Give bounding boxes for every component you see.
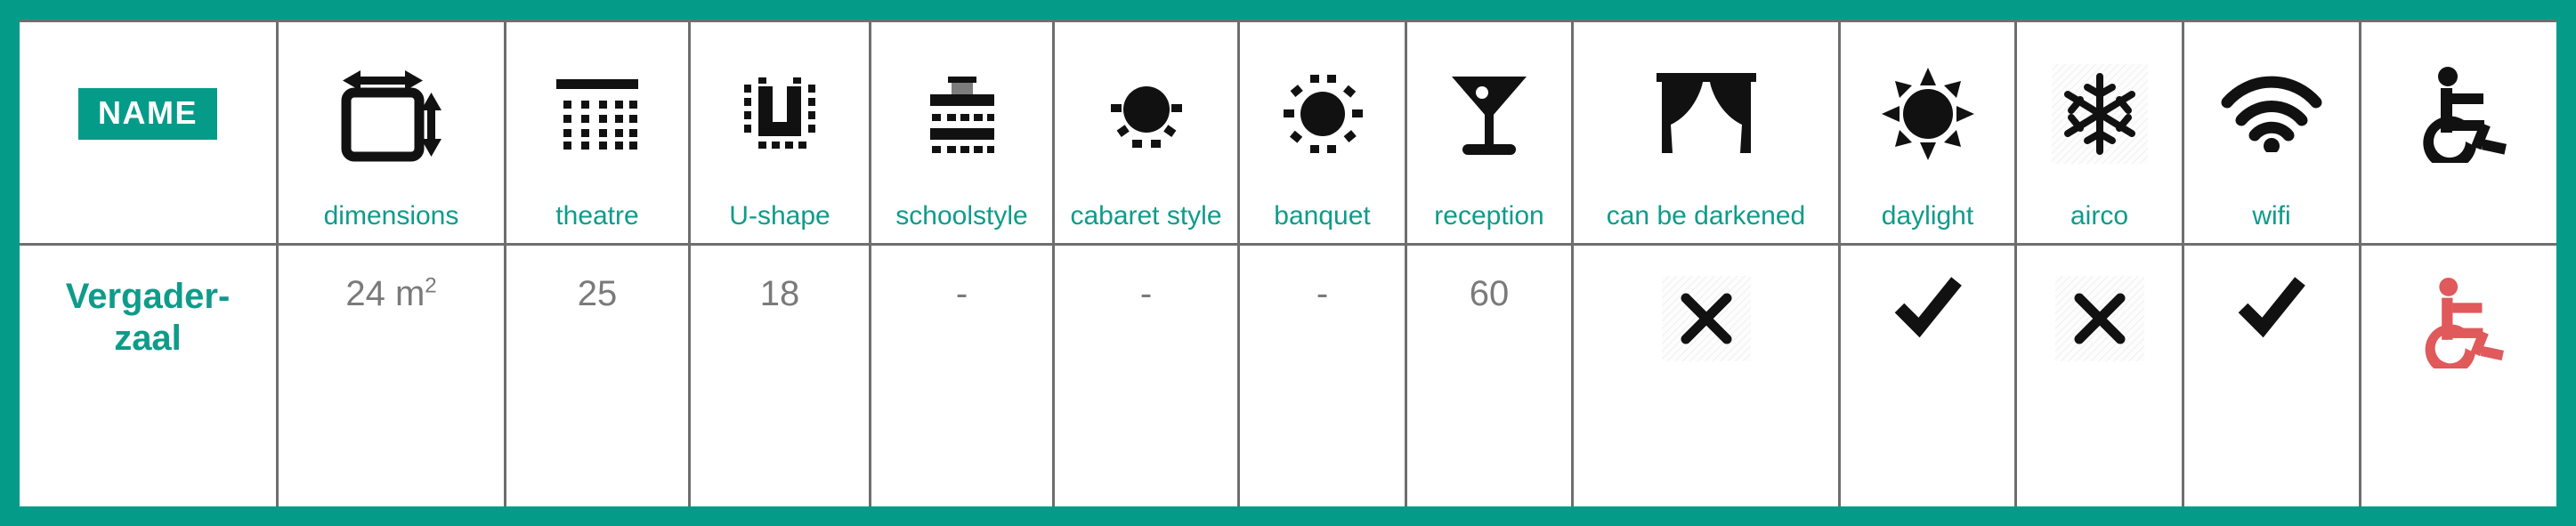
header-cell-banquet: banquet — [1237, 22, 1405, 243]
header-label-wheelchair — [2361, 198, 2556, 243]
cell-room-name: Vergader- zaal — [20, 246, 276, 506]
header-cell-wifi: wifi — [2182, 22, 2359, 243]
table-frame: NAME dimensions theatre U-shape schoolst… — [0, 0, 2576, 526]
header-label-name — [20, 198, 276, 243]
cell-banquet: - — [1237, 246, 1405, 506]
check-icon — [1894, 277, 1962, 338]
table-row[interactable]: Vergader- zaal 24 m2 25 18 - - - 60 — [20, 243, 2556, 506]
wifi-icon — [2184, 22, 2359, 198]
header-label-daylight: daylight — [1881, 201, 1974, 231]
cell-reception: 60 — [1405, 246, 1571, 506]
cell-cabaret-style: - — [1052, 246, 1237, 506]
header-label-theatre: theatre — [555, 201, 639, 231]
room-name: Vergader- zaal — [57, 276, 239, 360]
header-cell-reception: reception — [1405, 22, 1571, 243]
room-name-line2: zaal — [114, 319, 182, 359]
theatre-icon — [506, 22, 688, 198]
cross-icon — [2074, 293, 2125, 344]
header-cell-u-shape: U-shape — [688, 22, 869, 243]
header-label-cabaret-style: cabaret style — [1070, 201, 1222, 231]
cell-u-shape: 18 — [688, 246, 869, 506]
header-cell-wheelchair — [2359, 22, 2556, 243]
cell-can-be-darkened — [1571, 246, 1838, 506]
cross-icon — [1681, 293, 1731, 344]
dimensions-number: 24 m — [345, 274, 425, 313]
dimensions-icon — [279, 22, 504, 198]
cell-theatre: 25 — [504, 246, 688, 506]
u-shape-value: 18 — [759, 274, 800, 313]
header-label-schoolstyle: schoolstyle — [895, 201, 1028, 231]
wheelchair-icon — [2361, 22, 2556, 198]
header-label-wifi: wifi — [2252, 201, 2291, 231]
cell-wheelchair — [2359, 246, 2556, 506]
reception-value: 60 — [1469, 274, 1510, 313]
check-icon — [2238, 277, 2305, 338]
reception-icon — [1407, 22, 1571, 198]
dimensions-value: 24 m2 — [345, 273, 437, 313]
snowflake-icon — [2063, 73, 2135, 155]
cell-wifi — [2182, 246, 2359, 506]
room-specifications-table: NAME dimensions theatre U-shape schoolst… — [20, 20, 2556, 506]
schoolstyle-icon — [871, 22, 1052, 198]
cabaret-style-value: - — [1139, 274, 1153, 313]
schoolstyle-value: - — [955, 274, 968, 313]
table-header-row: NAME dimensions theatre U-shape schoolst… — [20, 22, 2556, 243]
banquet-value: - — [1316, 274, 1329, 313]
cell-daylight — [1838, 246, 2014, 506]
header-label-u-shape: U-shape — [729, 201, 830, 231]
header-cell-name: NAME — [20, 22, 276, 243]
cell-schoolstyle: - — [869, 246, 1052, 506]
header-cell-schoolstyle: schoolstyle — [869, 22, 1052, 243]
cell-dimensions: 24 m2 — [276, 246, 504, 506]
header-cell-theatre: theatre — [504, 22, 688, 243]
name-badge: NAME — [78, 88, 217, 140]
name-badge-wrap: NAME — [20, 22, 276, 198]
theatre-value: 25 — [577, 274, 618, 313]
u-shape-icon — [691, 22, 869, 198]
cross-tile-can-be-darkened — [1661, 276, 1751, 361]
dimensions-unit-exponent: 2 — [425, 273, 437, 298]
sun-icon — [1841, 22, 2014, 198]
header-cell-cabaret-style: cabaret style — [1052, 22, 1237, 243]
cross-tile-airco — [2054, 276, 2144, 361]
header-cell-airco: airco — [2014, 22, 2182, 243]
header-cell-can-be-darkened: can be darkened — [1571, 22, 1838, 243]
header-label-reception: reception — [1434, 201, 1544, 231]
header-cell-daylight: daylight — [1838, 22, 2014, 243]
cell-airco — [2014, 246, 2182, 506]
room-name-wrap: Vergader- zaal — [20, 246, 276, 506]
snowflake-tile — [2051, 64, 2148, 164]
cabaret-style-icon — [1055, 22, 1237, 198]
room-name-line1: Vergader- — [65, 277, 231, 316]
airco-icon-wrap — [2017, 22, 2182, 198]
header-label-can-be-darkened: can be darkened — [1606, 201, 1806, 231]
header-cell-dimensions: dimensions — [276, 22, 504, 243]
curtain-icon — [1574, 22, 1838, 198]
wheelchair-icon-red — [2425, 278, 2504, 368]
header-label-banquet: banquet — [1274, 201, 1371, 231]
header-label-dimensions: dimensions — [323, 201, 459, 231]
header-label-airco: airco — [2070, 201, 2129, 231]
banquet-icon — [1240, 22, 1405, 198]
